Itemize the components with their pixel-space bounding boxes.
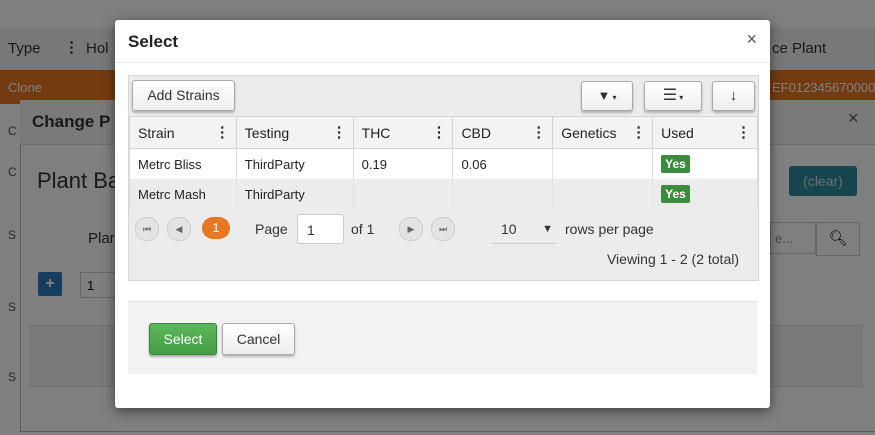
column-header-label: THC <box>361 124 391 141</box>
table-header-row: Strain ⋮ Testing ⋮ THC ⋮ CBD ⋮ Genetics ⋮ Use… <box>129 116 758 149</box>
table-row[interactable]: Metrc Mash ThirdParty Yes <box>129 179 758 209</box>
viewing-summary: Viewing 1 - 2 (2 total) <box>606 251 739 267</box>
current-page-badge[interactable]: 1 <box>202 217 230 239</box>
columns-menu-button[interactable]: ☰ ▾ <box>644 81 702 111</box>
kebab-icon[interactable]: ⋮ <box>431 123 446 141</box>
cell-testing: ThirdParty <box>235 148 354 179</box>
cancel-button[interactable]: Cancel <box>222 323 295 355</box>
table-row[interactable]: Metrc Bliss ThirdParty 0.19 0.06 Yes <box>129 148 758 179</box>
used-badge: Yes <box>661 155 690 173</box>
prev-page-icon[interactable]: ◀︎ <box>167 217 191 241</box>
rows-per-page-label: rows per page <box>565 221 654 237</box>
list-icon: ☰ <box>662 87 678 104</box>
cell-strain: Metrc Bliss <box>129 148 237 179</box>
page-label: Page <box>255 221 288 237</box>
column-header-label: CBD <box>461 124 491 141</box>
cell-genetics <box>552 148 654 179</box>
filter-menu-button[interactable]: ▼ ▾ <box>581 81 633 111</box>
kebab-icon[interactable]: ⋮ <box>332 123 347 141</box>
column-header-strain[interactable]: Strain ⋮ <box>129 116 237 149</box>
cell-thc: 0.19 <box>352 148 454 179</box>
close-icon[interactable]: × <box>746 29 757 50</box>
chevron-down-icon: ▾ <box>610 93 617 102</box>
page-number-input[interactable]: 1 <box>297 214 344 244</box>
filter-icon: ▼ <box>597 88 611 103</box>
column-header-label: Genetics <box>561 124 617 141</box>
column-header-genetics[interactable]: Genetics ⋮ <box>552 116 654 149</box>
column-header-label: Strain <box>138 124 175 141</box>
kebab-icon[interactable]: ⋮ <box>531 123 546 141</box>
kebab-icon[interactable]: ⋮ <box>736 123 751 141</box>
kebab-icon[interactable]: ⋮ <box>215 123 230 141</box>
column-header-cbd[interactable]: CBD ⋮ <box>452 116 554 149</box>
strains-grid: Add Strains ▼ ▾ ☰ ▾ ↓ Strain ⋮ Testing ⋮ T… <box>128 75 759 281</box>
page-size-value: 10 <box>501 221 517 237</box>
column-header-label: Testing <box>244 124 290 141</box>
last-page-icon[interactable]: ⏭︎ <box>431 217 455 241</box>
download-button[interactable]: ↓ <box>712 81 755 111</box>
cell-cbd: 0.06 <box>452 148 554 179</box>
select-strain-modal: Select × Add Strains ▼ ▾ ☰ ▾ ↓ Strain ⋮ T… <box>115 20 770 408</box>
page-size-select[interactable]: 10 ▼ <box>491 214 557 244</box>
used-badge: Yes <box>661 185 690 203</box>
column-header-thc[interactable]: THC ⋮ <box>352 116 454 149</box>
download-icon: ↓ <box>729 87 738 104</box>
pager: ⏮︎ ◀︎ 1 Page 1 of 1 ▶︎ ⏭︎ 10 ▼ rows per … <box>129 211 758 279</box>
cell-strain: Metrc Mash <box>129 179 237 209</box>
select-button[interactable]: Select <box>149 323 217 355</box>
page-count: of 1 <box>351 221 375 237</box>
cell-cbd <box>452 179 554 209</box>
column-header-label: Used <box>661 124 694 141</box>
column-header-testing[interactable]: Testing ⋮ <box>235 116 354 149</box>
strains-table: Strain ⋮ Testing ⋮ THC ⋮ CBD ⋮ Genetics ⋮ Use… <box>129 116 758 209</box>
cell-used: Yes <box>652 179 758 209</box>
chevron-down-icon: ▾ <box>677 93 684 102</box>
first-page-icon[interactable]: ⏮︎ <box>135 217 159 241</box>
modal-footer: Select Cancel <box>128 301 757 374</box>
modal-header: Select × <box>115 20 770 63</box>
modal-title: Select <box>128 32 179 51</box>
cell-thc <box>352 179 454 209</box>
column-header-used[interactable]: Used ⋮ <box>652 116 758 149</box>
cell-used: Yes <box>652 148 758 179</box>
chevron-down-icon: ▼ <box>542 223 553 235</box>
add-strains-button[interactable]: Add Strains <box>132 80 235 111</box>
kebab-icon[interactable]: ⋮ <box>631 123 646 141</box>
cell-genetics <box>552 179 654 209</box>
cell-testing: ThirdParty <box>235 179 354 209</box>
next-page-icon[interactable]: ▶︎ <box>399 217 423 241</box>
